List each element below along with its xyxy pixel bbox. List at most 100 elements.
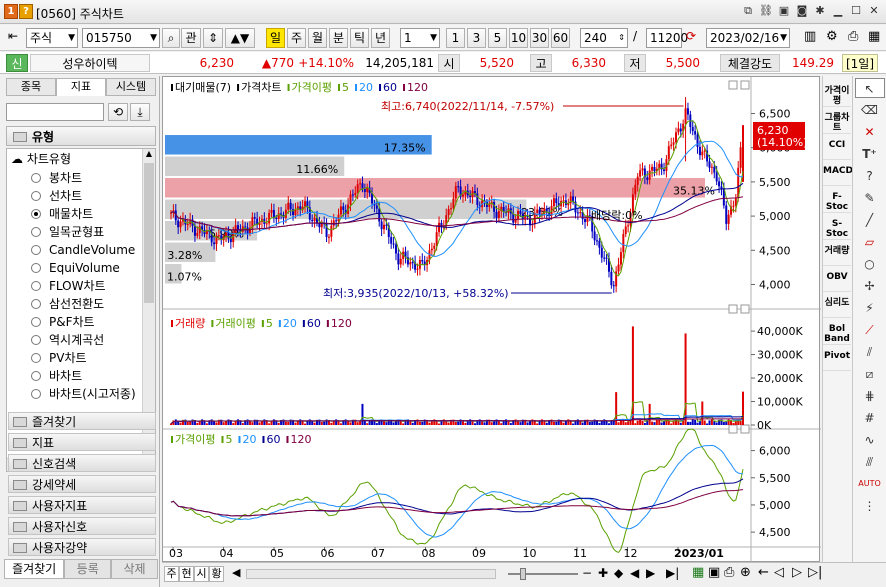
refresh-icon[interactable]: ⟳	[686, 29, 696, 43]
radio-icon[interactable]	[31, 335, 41, 345]
nav-right-icon[interactable]: ▷	[792, 565, 802, 580]
indicator-button[interactable]: 가격이평	[823, 84, 851, 107]
tree-group[interactable]: ☁ 차트유형	[11, 151, 71, 167]
pane-close-icon[interactable]	[740, 424, 750, 434]
tree-item[interactable]: 바차트	[31, 367, 82, 385]
folder-item[interactable]: 지표	[8, 433, 156, 451]
gear-icon[interactable]: ⚙	[826, 29, 838, 44]
left-arrow-icon[interactable]: ←	[758, 565, 769, 580]
category-header[interactable]: 유형	[6, 126, 156, 146]
chart-scrollbar[interactable]	[246, 569, 496, 579]
folder-item[interactable]: 사용자지표	[8, 496, 156, 514]
cursor-icon[interactable]: ↖	[854, 78, 885, 98]
refresh-icon[interactable]: ⟲	[108, 103, 128, 121]
tree-item[interactable]: 봉차트	[31, 169, 82, 187]
grid-icon[interactable]: #	[855, 408, 885, 428]
question-icon[interactable]: ?	[855, 166, 885, 186]
prev-icon[interactable]: ⇤	[8, 29, 18, 43]
bar-chart-icon[interactable]: ▥	[804, 29, 816, 44]
zoom-icon[interactable]: ⊕	[740, 565, 751, 580]
minimize-icon[interactable]: ▁	[830, 3, 846, 19]
zoom-slider[interactable]	[508, 566, 578, 582]
fan-icon[interactable]: ⫽	[855, 342, 885, 362]
interval-button[interactable]: 10	[509, 28, 528, 48]
tree-item[interactable]: 선차트	[31, 187, 82, 205]
pane-close-icon[interactable]	[740, 304, 750, 314]
app-icon[interactable]: 1	[4, 4, 18, 19]
radio-icon[interactable]	[31, 209, 41, 219]
indicator-button[interactable]: CCI	[823, 138, 851, 160]
pane-close-icon[interactable]	[740, 80, 750, 90]
interval-button[interactable]: 3	[467, 28, 486, 48]
tree-item[interactable]: PV차트	[31, 349, 87, 367]
tree-item[interactable]: 일목균형표	[31, 223, 104, 241]
line-icon[interactable]: ╱	[855, 210, 885, 230]
folder-item[interactable]: 사용자신호	[8, 517, 156, 535]
radio-icon[interactable]	[31, 371, 41, 381]
fibo-icon[interactable]: ⋕	[855, 386, 885, 406]
folder-item[interactable]: 즐겨찾기	[8, 412, 156, 430]
folder-item[interactable]: 강세약세	[8, 475, 156, 493]
radio-icon[interactable]	[31, 281, 41, 291]
cross-icon[interactable]: ✢	[855, 276, 885, 296]
save-icon[interactable]: ▣	[776, 3, 792, 19]
chart-area[interactable]: 대기매물(7) 가격차트 가격이평 5 20 60 120 거래량 거래이평 5 20 60 120 가격…	[162, 76, 821, 563]
period-button[interactable]: 분	[329, 28, 348, 48]
text-icon[interactable]: T⁺	[855, 144, 885, 164]
max-count[interactable]: 11200	[646, 28, 688, 48]
radio-icon[interactable]	[31, 389, 41, 399]
radio-icon[interactable]	[31, 227, 41, 237]
ruler-icon[interactable]: ▱	[855, 232, 885, 252]
copy-window-icon[interactable]: ⧉	[740, 3, 756, 19]
print-icon[interactable]: ⎙	[724, 565, 734, 580]
tree-item[interactable]: 매물차트	[31, 205, 93, 223]
tree-item[interactable]: 삼선전환도	[31, 295, 104, 313]
tree-item[interactable]: EquiVolume	[31, 259, 120, 277]
radio-icon[interactable]	[31, 245, 41, 255]
tab-system[interactable]: 시스템	[106, 78, 156, 96]
trend-icon[interactable]: ⫻	[855, 452, 885, 472]
interval-button[interactable]: 60	[551, 28, 570, 48]
link-icon[interactable]: ⛓	[758, 3, 774, 19]
indicator-button[interactable]: F-Stoc	[823, 190, 851, 213]
scroll-up-icon[interactable]: ▲	[143, 149, 155, 161]
indicator-search-input[interactable]	[6, 103, 104, 121]
radio-icon[interactable]	[31, 191, 41, 201]
scroll-icon[interactable]: ⇕	[203, 28, 223, 48]
spin-icon[interactable]: ⇕	[618, 29, 625, 47]
period-button[interactable]: 일	[266, 28, 285, 48]
more-icon[interactable]: ⋮	[855, 496, 885, 516]
gann-icon[interactable]: ⟋	[855, 320, 885, 340]
delete-all-icon[interactable]: ✕	[855, 122, 885, 142]
interval-button[interactable]: 5	[488, 28, 507, 48]
help-icon[interactable]: ?	[19, 4, 33, 19]
camera-icon[interactable]: ◙	[794, 3, 810, 19]
updown-icon[interactable]: ▲▼	[225, 28, 255, 48]
channel-icon[interactable]: ⧄	[855, 364, 885, 384]
period-button[interactable]: 년	[371, 28, 390, 48]
indicator-button[interactable]: 거래량	[823, 244, 851, 266]
circle-icon[interactable]: ○	[855, 254, 885, 274]
settings-icon[interactable]: ✱	[812, 3, 828, 19]
status-tab[interactable]: 현	[179, 566, 194, 582]
nav-end-icon[interactable]: ▷|	[808, 565, 822, 580]
radio-icon[interactable]	[31, 353, 41, 363]
period-dropdown[interactable]: 1 ▼	[400, 28, 440, 48]
date-input[interactable]: 2023/02/16 ▼	[706, 28, 790, 48]
stock-name[interactable]: 성우하이텍	[30, 54, 150, 72]
excel-icon[interactable]: ▦	[692, 565, 704, 580]
radio-icon[interactable]	[31, 299, 41, 309]
radio-icon[interactable]	[31, 173, 41, 183]
indicator-button[interactable]: 심리도	[823, 296, 851, 318]
period-button[interactable]: 월	[308, 28, 327, 48]
pane-minimize-icon[interactable]	[728, 424, 738, 434]
folder-item[interactable]: 사용자강약	[8, 538, 156, 556]
indicator-button[interactable]: Bol Band	[823, 322, 851, 345]
count-input[interactable]: 240 ⇕	[580, 28, 628, 48]
folder-item[interactable]: 신호검색	[8, 454, 156, 472]
save-icon[interactable]: ▣	[708, 565, 720, 580]
register-button[interactable]: 등록	[64, 559, 112, 579]
radio-icon[interactable]	[31, 317, 41, 327]
search-icon[interactable]: ⌕	[162, 28, 180, 48]
indicator-button[interactable]: MACD	[823, 164, 853, 186]
